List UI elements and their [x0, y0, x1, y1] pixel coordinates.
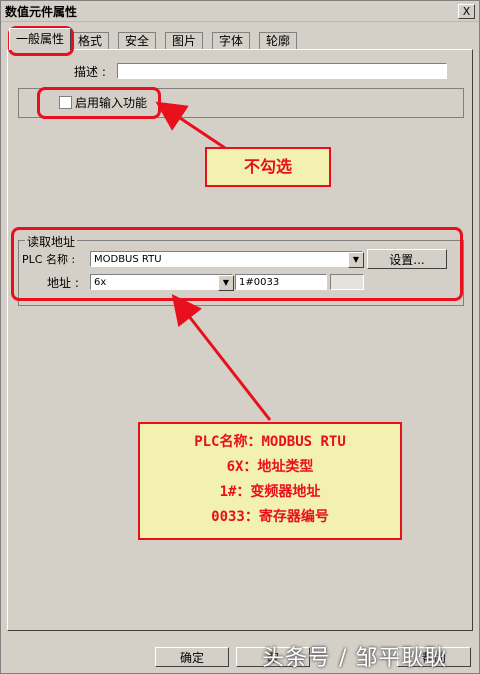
watermark: 头条号 / 邹平耿耿 — [262, 646, 448, 671]
annotation-arrows — [155, 101, 272, 421]
info-line-plc: PLC名称：MODBUS RTU — [194, 434, 346, 450]
info-line-type: 6X：地址类型 — [226, 459, 314, 475]
info-line-inverter: 1#：变频器地址 — [219, 484, 321, 500]
info-line-register: 0033：寄存器编号 — [211, 509, 329, 525]
tab-general[interactable]: 一般属性 — [9, 28, 72, 50]
info-callout: PLC名称：MODBUS RTU 6X：地址类型 1#：变频器地址 0033：寄… — [138, 422, 402, 540]
uncheck-callout: 不勾选 — [205, 147, 331, 187]
arrow-to-address — [171, 294, 272, 421]
